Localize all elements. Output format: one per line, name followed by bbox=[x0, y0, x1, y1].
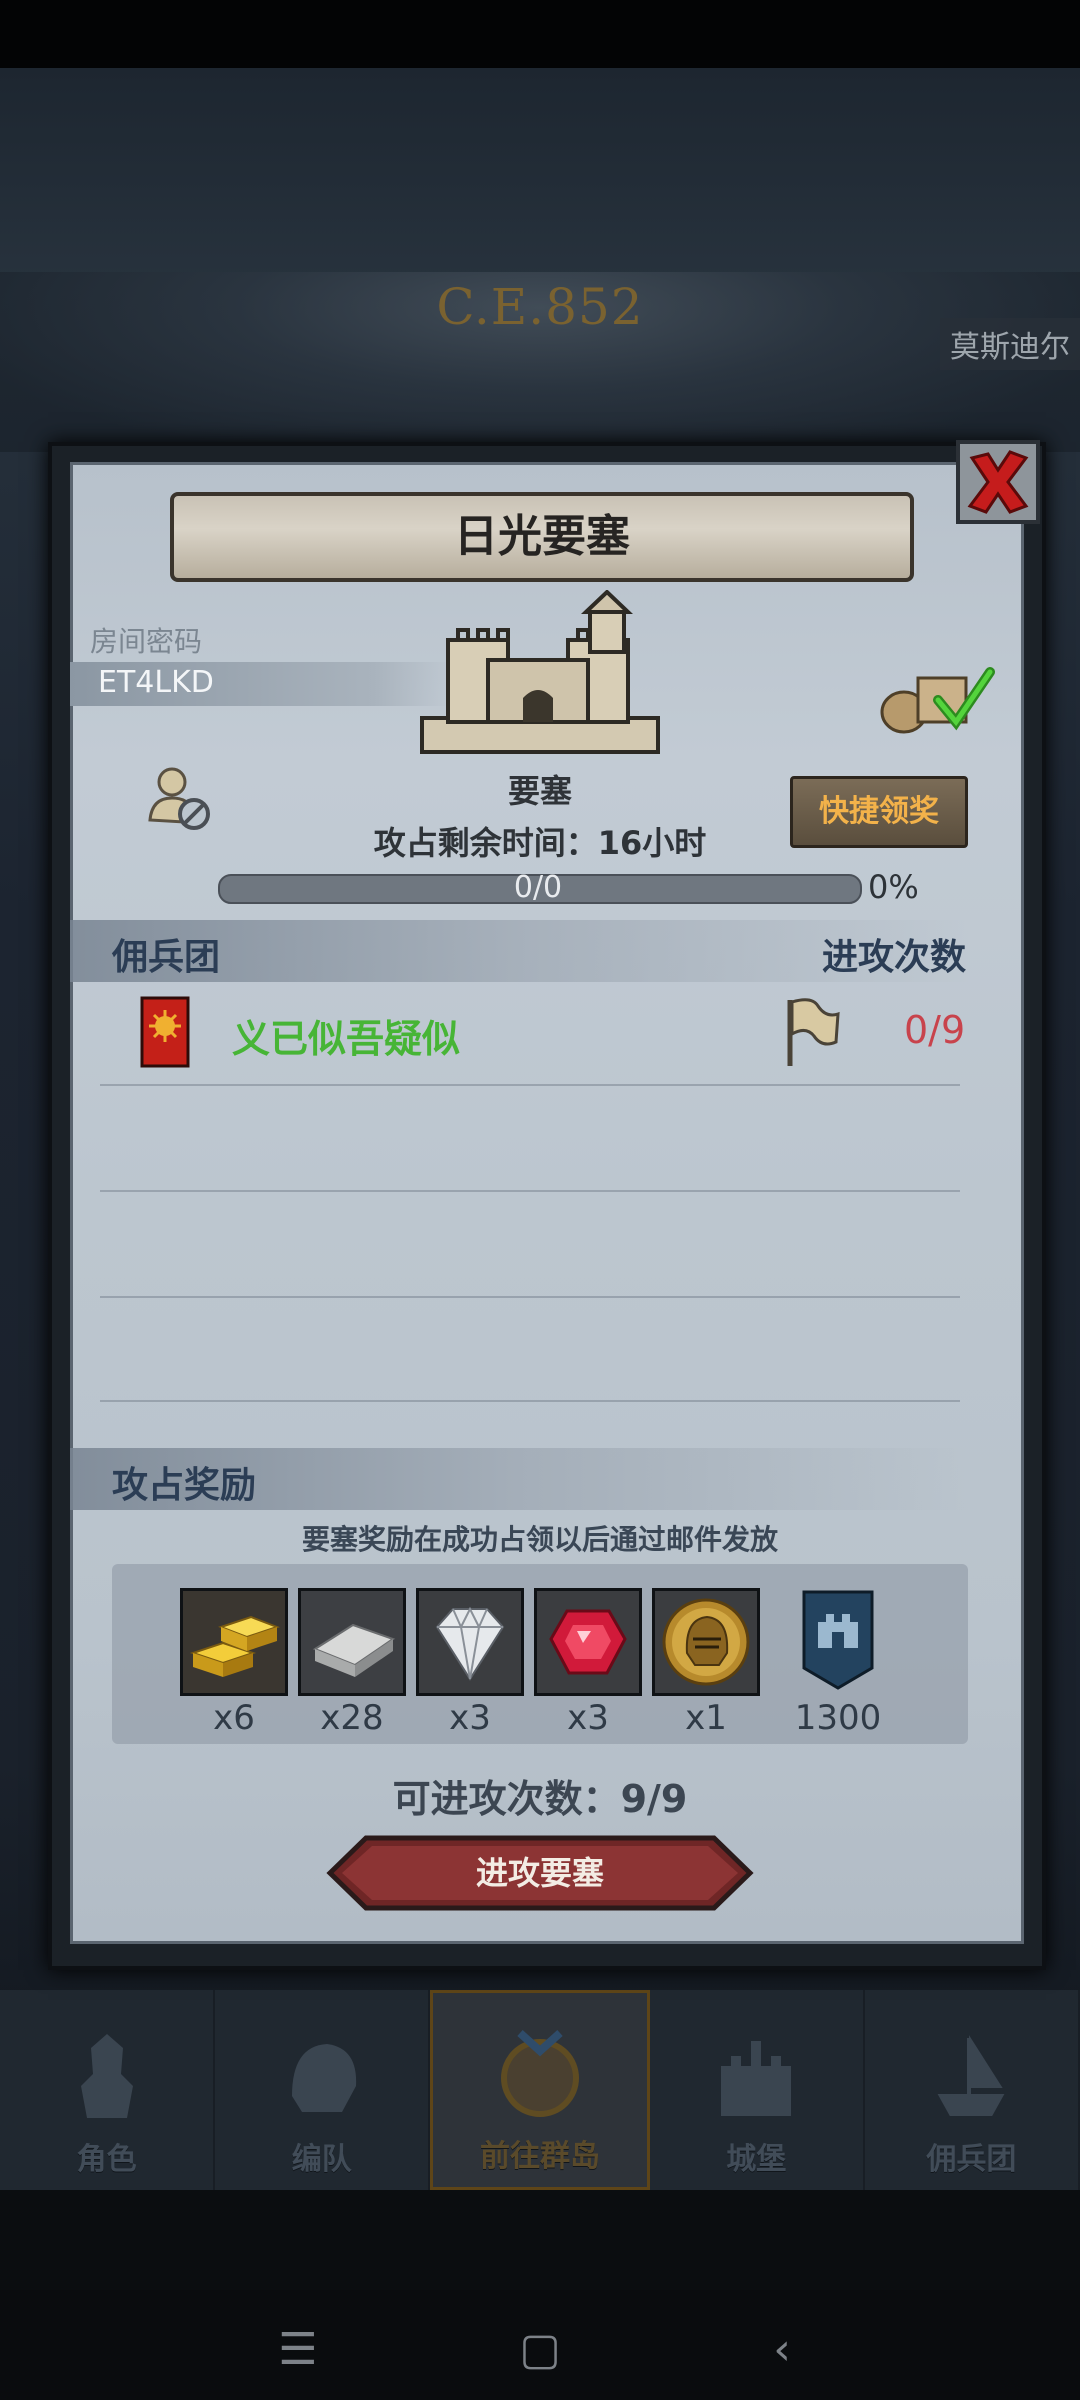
reward-crate-check-icon bbox=[880, 667, 995, 734]
room-code-label: 房间密码 bbox=[90, 625, 203, 658]
close-button[interactable] bbox=[956, 440, 1040, 524]
attacks-available: 可进攻次数：9/9 bbox=[392, 1777, 688, 1821]
reward-item[interactable] bbox=[416, 1588, 524, 1696]
row-divider bbox=[100, 1400, 960, 1402]
reward-header: 攻占奖励 bbox=[112, 1465, 257, 1506]
time-remaining: 攻占剩余时间：16小时 bbox=[373, 824, 707, 862]
gold-bar-icon bbox=[183, 1591, 285, 1693]
home-icon[interactable]: ▢ bbox=[510, 2320, 570, 2380]
menu-icon[interactable]: ☰ bbox=[268, 2320, 328, 2380]
mercenary-header: 佣兵团 bbox=[112, 937, 221, 978]
helmet-medal-icon bbox=[655, 1591, 757, 1693]
reward-item[interactable] bbox=[298, 1588, 406, 1696]
room-code-value[interactable]: ET4LKD bbox=[98, 665, 214, 700]
nav-islands[interactable]: 前往群岛 bbox=[430, 1990, 650, 2190]
guild-name[interactable]: 义已似吾疑似 bbox=[232, 1008, 460, 1063]
reward-qty: x3 bbox=[449, 1698, 491, 1738]
castle-icon bbox=[721, 2041, 792, 2116]
fortress-icon bbox=[420, 590, 660, 754]
reward-qty: x1 bbox=[685, 1698, 727, 1738]
dialog-title: 日光要塞 bbox=[170, 492, 914, 582]
reward-qty: 1300 bbox=[794, 1698, 882, 1738]
nav-mercenary[interactable]: 佣兵团 bbox=[865, 1990, 1080, 2190]
reward-item[interactable] bbox=[534, 1588, 642, 1696]
knight-icon bbox=[80, 2034, 133, 2118]
row-divider bbox=[100, 1084, 960, 1086]
back-icon[interactable]: ‹ bbox=[752, 2320, 812, 2380]
reward-item[interactable] bbox=[180, 1588, 288, 1696]
nav-formation[interactable]: 编队 bbox=[215, 1990, 431, 2190]
nav-castle[interactable]: 城堡 bbox=[650, 1990, 865, 2190]
diamond-icon bbox=[419, 1591, 521, 1693]
row-divider bbox=[100, 1296, 960, 1298]
reward-qty: x6 bbox=[213, 1698, 255, 1738]
reward-qty: x28 bbox=[320, 1698, 384, 1738]
iron-bar-icon bbox=[301, 1591, 403, 1693]
nav-character[interactable]: 角色 bbox=[0, 1990, 216, 2190]
flag-icon bbox=[787, 998, 840, 1066]
close-icon bbox=[967, 450, 1029, 514]
helmet-icon bbox=[291, 2044, 356, 2112]
era-label: C.E.852 bbox=[436, 278, 644, 336]
system-nav-bar: ☰ ▢ ‹ bbox=[0, 2290, 1080, 2400]
status-bar bbox=[0, 0, 1080, 68]
reward-note: 要塞奖励在成功占领以后通过邮件发放 bbox=[301, 1523, 778, 1556]
reward-item[interactable] bbox=[652, 1588, 760, 1696]
guild-emblem-icon bbox=[140, 996, 190, 1068]
reward-qty: x3 bbox=[567, 1698, 609, 1738]
ruby-icon bbox=[537, 1591, 639, 1693]
bottom-nav: 角色 编队 前往群岛 城堡 佣兵团 bbox=[0, 1990, 1080, 2190]
city-label: 莫斯迪尔 bbox=[940, 318, 1080, 370]
guild-attack-count: 0/9 bbox=[904, 1008, 966, 1052]
capture-progress-text: 0/0 bbox=[513, 870, 563, 905]
attack-button-label: 进攻要塞 bbox=[475, 1854, 604, 1892]
row-divider bbox=[100, 1190, 960, 1192]
attack-count-header: 进攻次数 bbox=[822, 937, 967, 978]
attack-fortress-button[interactable]: 进攻要塞 bbox=[326, 1834, 754, 1912]
capture-progress-percent: 0% bbox=[868, 868, 919, 906]
compass-icon bbox=[501, 2030, 579, 2117]
ship-icon bbox=[938, 2035, 1005, 2116]
banner-icon[interactable] bbox=[798, 1588, 878, 1692]
